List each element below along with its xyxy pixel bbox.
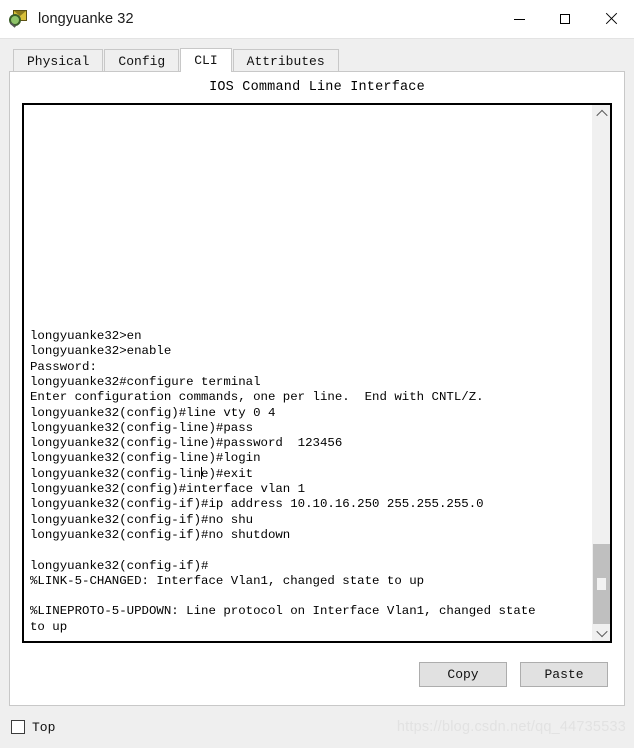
text-caret [200, 466, 202, 479]
terminal-line: longyuanke32>enable [30, 344, 172, 359]
paste-button[interactable]: Paste [520, 661, 608, 687]
window-controls [496, 0, 634, 38]
scrollbar-grip-icon [597, 577, 606, 590]
scroll-up-button[interactable] [593, 105, 610, 122]
cli-window: longyuanke 32 Physical Config CLI Attrib… [0, 0, 634, 748]
tab-physical[interactable]: Physical [13, 49, 104, 72]
tab-config[interactable]: Config [104, 49, 180, 72]
terminal-line: longyuanke32(config)#interface vlan 1 [30, 482, 306, 497]
window-titlebar: longyuanke 32 [0, 0, 634, 39]
copy-button[interactable]: Copy [419, 661, 507, 687]
cli-panel: IOS Command Line Interface longyuanke32>… [9, 71, 625, 706]
scroll-down-button[interactable] [593, 624, 610, 641]
tab-attributes[interactable]: Attributes [232, 49, 339, 72]
terminal-line: Enter configuration commands, one per li… [30, 390, 484, 405]
terminal-line: %LINK-5-CHANGED: Interface Vlan1, change… [30, 573, 425, 588]
terminal-line: longyuanke32(config-line)#exit [30, 466, 254, 481]
tab-bar: Physical Config CLI Attributes [0, 48, 634, 72]
minimize-icon [513, 18, 525, 20]
packet-tracer-switch-icon [9, 9, 29, 29]
terminal-line: longyuanke32(config)#line vty 0 4 [30, 405, 276, 420]
terminal-line: longyuanke32(config-if)#no shu [30, 512, 254, 527]
action-button-row: Copy Paste [10, 643, 624, 705]
window-title: longyuanke 32 [38, 11, 134, 27]
top-checkbox-label: Top [32, 719, 56, 735]
terminal-line: longyuanke32#configure terminal [30, 374, 261, 389]
terminal-line: longyuanke32(config-line)#password 12345… [30, 436, 343, 451]
watermark-text: https://blog.csdn.net/qq_44735533 [396, 719, 626, 735]
terminal-container: longyuanke32>en longyuanke32>enable Passwo… [22, 103, 612, 643]
maximize-icon [560, 14, 570, 24]
terminal-vertical-scrollbar[interactable] [592, 105, 610, 641]
maximize-button[interactable] [542, 0, 588, 38]
terminal-line: longyuanke32(config-line)#pass [30, 420, 254, 435]
terminal-line: longyuanke32(config-if)#no shutdown [30, 527, 291, 542]
scrollbar-track[interactable] [593, 122, 610, 624]
minimize-button[interactable] [496, 0, 542, 38]
top-checkbox[interactable] [11, 720, 25, 734]
terminal-line: longyuanke32(config-line)#login [30, 451, 261, 466]
window-footer: Top https://blog.csdn.net/qq_44735533 [0, 706, 634, 748]
terminal-line: longyuanke32>en [30, 329, 142, 344]
tab-cli[interactable]: CLI [180, 48, 232, 72]
terminal-line: to up [30, 619, 68, 634]
scrollbar-thumb[interactable] [593, 543, 610, 624]
terminal-line: Password: [30, 359, 97, 374]
panel-title: IOS Command Line Interface [209, 80, 425, 95]
terminal-line: longyuanke32(config-if)# [30, 558, 209, 573]
terminal-line: %LINEPROTO-5-UPDOWN: Line protocol on In… [30, 604, 536, 619]
terminal-line: longyuanke32(config-if)#ip address 10.10… [30, 497, 484, 512]
chevron-down-icon [595, 625, 608, 637]
close-icon [605, 13, 617, 25]
close-button[interactable] [588, 0, 634, 38]
chevron-up-icon [595, 109, 608, 121]
terminal-output[interactable]: longyuanke32>en longyuanke32>enable Passwo… [24, 105, 592, 641]
